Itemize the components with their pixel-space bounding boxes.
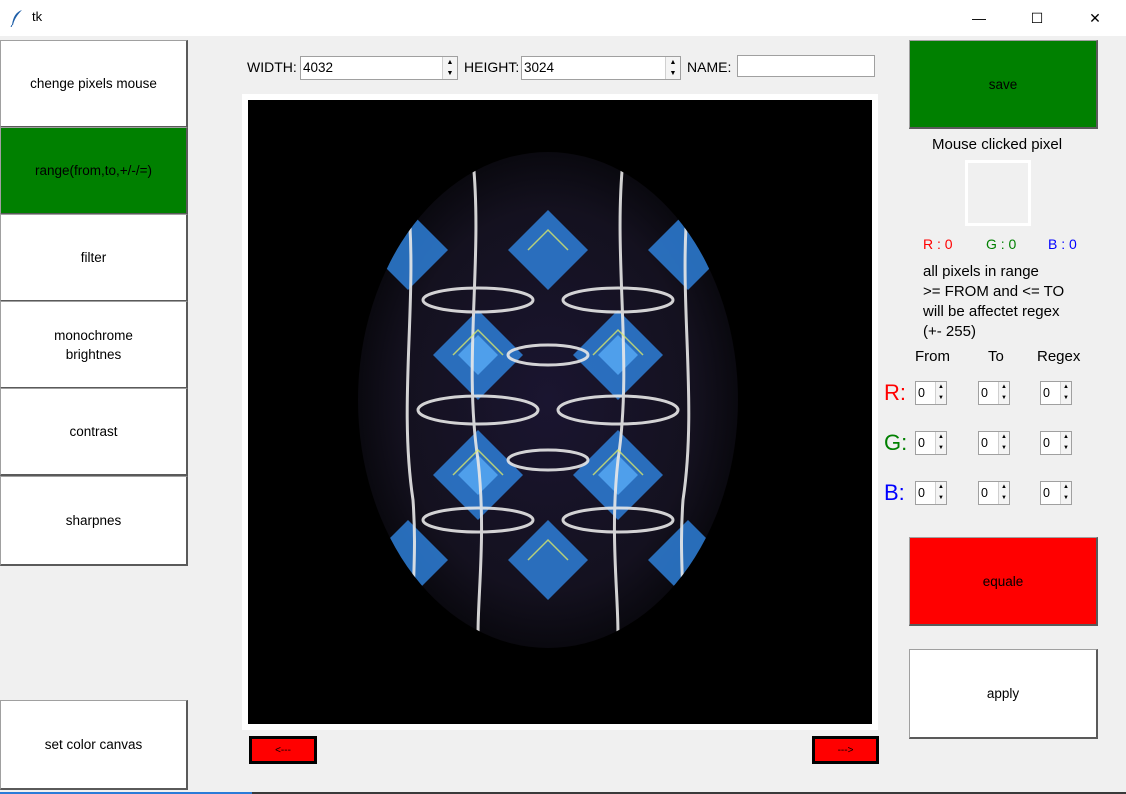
sidebar-button-label: monochrome brightnes bbox=[54, 327, 133, 362]
range-button[interactable]: range(from,to,+/-/=) bbox=[0, 127, 188, 215]
close-button[interactable]: ✕ bbox=[1066, 0, 1124, 36]
width-value: 4032 bbox=[303, 60, 334, 75]
title-bar: tk — ☐ ✕ bbox=[0, 0, 1126, 36]
window-title: tk bbox=[32, 9, 43, 24]
spin-value: 0 bbox=[981, 486, 988, 500]
info-line: will be affectet regex bbox=[923, 303, 1060, 320]
sidebar-button-label: range(from,to,+/-/=) bbox=[34, 163, 153, 178]
maximize-icon: ☐ bbox=[1030, 9, 1044, 26]
spin-value: 0 bbox=[1043, 386, 1050, 400]
image-canvas[interactable] bbox=[248, 100, 872, 724]
spin-arrows-icon[interactable]: ▲ ▼ bbox=[998, 482, 1009, 504]
spin-value: 0 bbox=[981, 386, 988, 400]
filter-button[interactable]: filter bbox=[0, 214, 188, 302]
height-spinbox[interactable]: 3024 ▲ ▼ bbox=[521, 56, 681, 80]
mouse-pixel-title: Mouse clicked pixel bbox=[932, 136, 1063, 153]
name-label: NAME: bbox=[687, 59, 732, 75]
row-label: B: bbox=[884, 480, 905, 505]
apply-button[interactable]: apply bbox=[909, 649, 1098, 739]
r-regex-spinbox[interactable]: 0 ▲ ▼ bbox=[1040, 381, 1072, 405]
equale-label: equale bbox=[982, 573, 1024, 589]
spin-value: 0 bbox=[1043, 486, 1050, 500]
g-regex-spinbox[interactable]: 0 ▲ ▼ bbox=[1040, 431, 1072, 455]
spin-value: 0 bbox=[918, 486, 925, 500]
sidebar-button-label: chenge pixels mouse bbox=[30, 76, 157, 91]
r-value-text: R : 0 bbox=[923, 236, 953, 252]
spin-arrows-icon[interactable]: ▲ ▼ bbox=[1060, 482, 1071, 504]
feather-icon bbox=[10, 10, 22, 27]
to-header: To bbox=[988, 348, 1004, 365]
spin-arrows-icon[interactable]: ▲ ▼ bbox=[1060, 432, 1071, 454]
minimize-button[interactable]: — bbox=[950, 0, 1008, 36]
apply-label: apply bbox=[986, 686, 1020, 701]
spin-arrows-icon[interactable]: ▲ ▼ bbox=[935, 382, 946, 404]
info-line: >= FROM and <= TO bbox=[923, 283, 1065, 300]
spin-arrows-icon[interactable]: ▲ ▼ bbox=[935, 482, 946, 504]
name-input[interactable] bbox=[737, 55, 875, 77]
chenge-pixels-mouse-button[interactable]: chenge pixels mouse bbox=[0, 40, 188, 128]
g-from-spinbox[interactable]: 0 ▲ ▼ bbox=[915, 431, 947, 455]
spin-arrows-icon[interactable]: ▲ ▼ bbox=[935, 432, 946, 454]
from-header: From bbox=[915, 348, 950, 365]
spin-arrows-icon[interactable]: ▲ ▼ bbox=[665, 57, 680, 79]
height-value: 3024 bbox=[524, 60, 555, 75]
ornament-egg-image bbox=[358, 152, 738, 648]
set-color-canvas-button[interactable]: set color canvas bbox=[0, 700, 188, 790]
minimize-icon: — bbox=[972, 10, 986, 26]
b-from-spinbox[interactable]: 0 ▲ ▼ bbox=[915, 481, 947, 505]
save-button[interactable]: save bbox=[909, 40, 1098, 129]
b-regex-spinbox[interactable]: 0 ▲ ▼ bbox=[1040, 481, 1072, 505]
contrast-button[interactable]: contrast bbox=[0, 388, 188, 476]
range-info-text: all pixels in range >= FROM and <= TO will… bbox=[923, 262, 1064, 342]
sidebar-button-label: filter bbox=[80, 250, 107, 265]
row-label: R: bbox=[884, 380, 906, 405]
spin-value: 0 bbox=[981, 436, 988, 450]
width-label: WIDTH: bbox=[247, 59, 297, 75]
r-to-spinbox[interactable]: 0 ▲ ▼ bbox=[978, 381, 1010, 405]
prev-label: <--- bbox=[275, 744, 291, 756]
sharpnes-button[interactable]: sharpnes bbox=[0, 476, 188, 566]
r-from-spinbox[interactable]: 0 ▲ ▼ bbox=[915, 381, 947, 405]
set-color-canvas-label: set color canvas bbox=[44, 737, 143, 752]
prev-image-button[interactable]: <--- bbox=[249, 736, 317, 764]
save-label: save bbox=[988, 76, 1018, 92]
next-image-button[interactable]: ---> bbox=[812, 736, 879, 764]
spin-arrows-icon[interactable]: ▲ ▼ bbox=[1060, 382, 1071, 404]
spin-value: 0 bbox=[918, 386, 925, 400]
sidebar-button-label: contrast bbox=[69, 424, 118, 439]
spin-arrows-icon[interactable]: ▲ ▼ bbox=[998, 432, 1009, 454]
width-spinbox[interactable]: 4032 ▲ ▼ bbox=[300, 56, 458, 80]
spin-value: 0 bbox=[918, 436, 925, 450]
b-value-text: B : 0 bbox=[1048, 236, 1077, 252]
spin-arrows-icon[interactable]: ▲ ▼ bbox=[998, 382, 1009, 404]
info-line: all pixels in range bbox=[923, 263, 1039, 280]
b-to-spinbox[interactable]: 0 ▲ ▼ bbox=[978, 481, 1010, 505]
maximize-button[interactable]: ☐ bbox=[1008, 0, 1066, 36]
g-to-spinbox[interactable]: 0 ▲ ▼ bbox=[978, 431, 1010, 455]
g-value-text: G : 0 bbox=[986, 236, 1017, 252]
next-label: ---> bbox=[837, 744, 854, 756]
monochrome-brightnes-button[interactable]: monochrome brightnes bbox=[0, 301, 188, 389]
spin-value: 0 bbox=[1043, 436, 1050, 450]
sidebar-button-label: sharpnes bbox=[65, 513, 122, 528]
height-label: HEIGHT: bbox=[464, 59, 520, 75]
row-label: G: bbox=[884, 430, 908, 455]
info-line: (+- 255) bbox=[923, 323, 976, 340]
pixel-color-swatch bbox=[965, 160, 1031, 226]
regex-header: Regex bbox=[1037, 348, 1081, 365]
equale-button[interactable]: equale bbox=[909, 537, 1098, 626]
close-icon: ✕ bbox=[1089, 9, 1101, 26]
spin-arrows-icon[interactable]: ▲ ▼ bbox=[442, 57, 457, 79]
